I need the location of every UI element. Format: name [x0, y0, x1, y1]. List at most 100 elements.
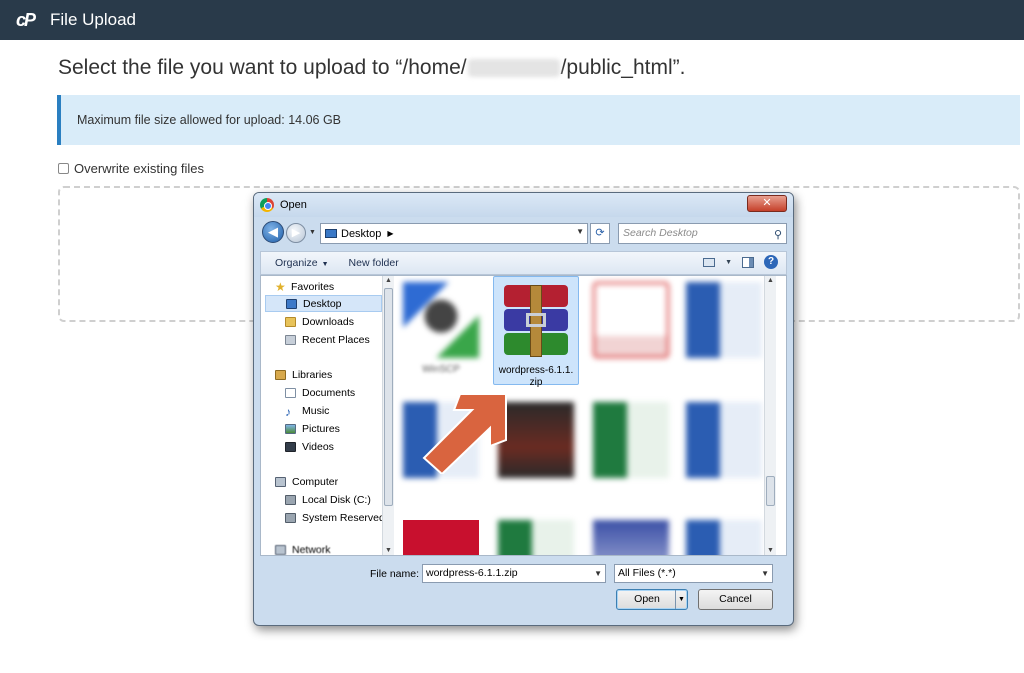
open-options-icon[interactable]: ▼: [675, 590, 687, 609]
scroll-down-icon[interactable]: ▼: [767, 547, 774, 554]
nav-recent-places[interactable]: Recent Places: [285, 331, 394, 348]
nav-desktop[interactable]: Desktop: [265, 295, 382, 312]
word-doc-icon: [686, 282, 762, 358]
chevron-down-icon[interactable]: ▼: [761, 565, 769, 582]
redacted-username: [467, 59, 560, 78]
chevron-right-icon[interactable]: ▶: [387, 229, 393, 238]
file-name: ​: [588, 364, 674, 376]
file-item[interactable]: ​: [681, 282, 767, 376]
file-scroll-thumb[interactable]: [766, 476, 775, 506]
file-item[interactable]: ​: [681, 402, 767, 496]
file-list-scrollbar[interactable]: ▲ ▼: [764, 276, 776, 555]
file-item[interactable]: WinSCP: [398, 282, 484, 376]
new-folder-button[interactable]: New folder: [349, 257, 399, 269]
close-button[interactable]: ✕: [747, 195, 787, 212]
change-view-icon[interactable]: [703, 257, 716, 267]
preview-pane-icon[interactable]: [742, 256, 754, 268]
forward-button[interactable]: ▶: [286, 223, 306, 243]
file-name: wordpress-6.1.1.zip: [498, 365, 574, 388]
word-doc-icon: [686, 520, 762, 555]
max-size-text: Maximum file size allowed for upload: 14…: [77, 113, 342, 127]
dialog-title: Open: [280, 199, 307, 211]
max-size-notice: Maximum file size allowed for upload: 14…: [57, 95, 1020, 145]
file-type-value: All Files (*.*): [618, 567, 676, 579]
excel-file-icon: [593, 402, 669, 478]
address-bar[interactable]: Desktop ▶ ▼: [320, 223, 588, 244]
overwrite-option[interactable]: Overwrite existing files: [58, 161, 204, 176]
open-button[interactable]: Open ▼: [616, 589, 688, 610]
search-placeholder: Search Desktop: [623, 227, 698, 239]
selected-file-item[interactable]: wordpress-6.1.1.zip: [493, 276, 579, 388]
search-icon[interactable]: ⚲: [774, 226, 782, 245]
chevron-down-icon[interactable]: ▼: [576, 227, 584, 236]
top-bar: cP File Upload: [0, 0, 1024, 40]
heading-suffix: /public_html”.: [560, 56, 686, 79]
file-name: ​: [681, 364, 767, 376]
file-name: ​: [681, 484, 767, 496]
red-app-icon: [403, 520, 479, 555]
nav-music[interactable]: ♪ Music: [285, 402, 394, 419]
file-item[interactable]: ​: [588, 402, 674, 496]
organize-menu[interactable]: Organize ▼: [275, 257, 329, 269]
address-crumb[interactable]: Desktop: [341, 228, 381, 240]
overwrite-label: Overwrite existing files: [74, 161, 205, 176]
file-item[interactable]: [398, 520, 484, 555]
heading-prefix: Select the file you want to upload to “/…: [58, 56, 467, 79]
refresh-button[interactable]: ⟳: [590, 223, 610, 244]
scroll-up-icon[interactable]: ▲: [385, 277, 392, 284]
nav-videos[interactable]: Videos: [285, 438, 394, 455]
file-item[interactable]: [493, 520, 579, 555]
recent-places-icon: [285, 334, 296, 345]
network-icon: [275, 544, 286, 555]
dialog-title-bar[interactable]: Open ✕: [254, 193, 793, 217]
cpanel-logo[interactable]: cP: [16, 10, 42, 30]
recent-pages-dropdown[interactable]: ▼: [309, 229, 316, 236]
star-icon: ★: [275, 279, 286, 294]
overwrite-checkbox[interactable]: [58, 163, 69, 174]
file-name: ​: [493, 484, 579, 496]
navigation-pane: ★ Favorites Desktop Downloads Recent Plac…: [261, 276, 394, 555]
help-icon[interactable]: ?: [764, 255, 778, 269]
nav-pictures[interactable]: Pictures: [285, 420, 394, 437]
disk-icon: [285, 494, 296, 505]
file-name-input[interactable]: wordpress-6.1.1.zip ▼: [422, 564, 606, 583]
nav-computer[interactable]: Computer: [275, 473, 394, 490]
winscp-icon: [403, 282, 479, 358]
nav-network[interactable]: Network: [275, 541, 394, 555]
winrar-archive-icon: [498, 283, 574, 359]
pdf-file-icon: [593, 282, 669, 358]
videos-icon: [285, 441, 296, 452]
file-name: ​: [588, 484, 674, 496]
open-file-dialog: Open ✕ ◀ ▶ ▼ Desktop ▶ ▼ ⟳ Search Deskto…: [253, 192, 794, 626]
nav-scroll-thumb[interactable]: [384, 288, 393, 506]
file-item[interactable]: [681, 520, 767, 555]
view-dropdown-icon[interactable]: ▼: [725, 259, 732, 266]
chevron-down-icon[interactable]: ▼: [594, 565, 602, 582]
upload-heading: Select the file you want to upload to “/…: [58, 56, 685, 80]
nav-local-disk[interactable]: Local Disk (C:): [285, 491, 394, 508]
search-input[interactable]: Search Desktop ⚲: [618, 223, 787, 244]
back-button[interactable]: ◀: [262, 221, 284, 243]
file-name: ​: [398, 484, 484, 496]
nav-libraries[interactable]: Libraries: [275, 366, 394, 383]
nav-system-reserved[interactable]: System Reserved: [285, 509, 394, 526]
file-icon: [593, 520, 669, 555]
file-type-select[interactable]: All Files (*.*) ▼: [614, 564, 773, 583]
chrome-icon: [260, 198, 274, 212]
open-label: Open: [634, 593, 660, 605]
file-item[interactable]: [588, 520, 674, 555]
nav-scrollbar[interactable]: ▲ ▼: [382, 276, 394, 555]
file-name-label: File name:: [370, 568, 420, 580]
file-item[interactable]: ​: [588, 282, 674, 376]
page-title: File Upload: [50, 10, 136, 29]
word-doc-icon: [686, 402, 762, 478]
scroll-up-icon[interactable]: ▲: [767, 277, 774, 284]
dialog-toolbar: Organize ▼ New folder ▼ ?: [260, 251, 787, 275]
cancel-button[interactable]: Cancel: [698, 589, 773, 610]
nav-documents[interactable]: Documents: [285, 384, 394, 401]
annotation-arrow-icon: [422, 393, 507, 474]
scroll-down-icon[interactable]: ▼: [385, 547, 392, 554]
nav-downloads[interactable]: Downloads: [285, 313, 394, 330]
disk-icon: [285, 512, 296, 523]
nav-favorites[interactable]: ★ Favorites: [275, 278, 394, 295]
